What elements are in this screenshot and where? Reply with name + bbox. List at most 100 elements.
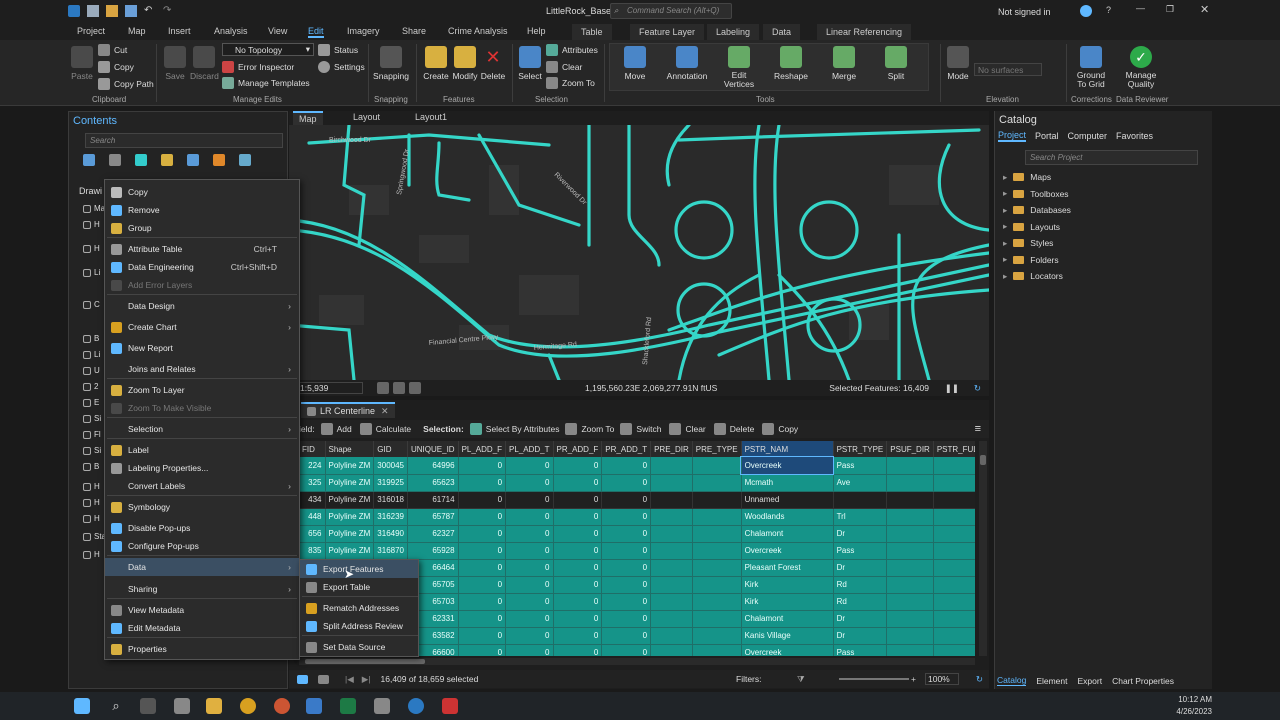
table-cell[interactable]: Rd xyxy=(833,576,888,594)
reshape-tool-button[interactable]: Reshape xyxy=(772,46,810,81)
tab-labeling[interactable]: Labeling xyxy=(707,24,760,40)
table-cell[interactable]: 0 xyxy=(458,491,507,509)
table-cell[interactable] xyxy=(692,525,742,543)
table-cell[interactable] xyxy=(650,610,693,628)
layer-item[interactable]: 2 xyxy=(83,382,98,391)
menu-item-group[interactable]: Group xyxy=(105,219,299,237)
status-button[interactable]: Status xyxy=(318,44,358,56)
snapping-button[interactable]: Snapping xyxy=(372,46,410,81)
table-cell[interactable] xyxy=(933,525,975,543)
table-cell[interactable] xyxy=(833,491,888,509)
close-icon[interactable]: ✕ xyxy=(1200,3,1209,16)
table-cell[interactable]: 0 xyxy=(458,525,507,543)
catalog-item-databases[interactable]: ▸ Databases xyxy=(995,202,1212,219)
table-cell[interactable]: Pass xyxy=(833,542,888,560)
tab-chart-properties[interactable]: Chart Properties xyxy=(1112,676,1174,686)
restore-icon[interactable]: ❐ xyxy=(1166,4,1174,15)
tab-help[interactable]: Help xyxy=(527,26,546,36)
menu-item-edit-metadata[interactable]: Edit Metadata xyxy=(105,619,299,637)
column-header[interactable]: UNIQUE_ID xyxy=(407,441,459,457)
start-icon[interactable] xyxy=(74,698,90,714)
layer-item[interactable]: E xyxy=(83,398,99,407)
table-cell[interactable]: 448 xyxy=(299,508,326,526)
table-cell[interactable]: Chalamont xyxy=(741,610,834,628)
layer-visibility-checkbox[interactable] xyxy=(83,482,91,491)
table-cell[interactable]: 0 xyxy=(458,559,507,577)
menu-item-zoom-to-layer[interactable]: Zoom To Layer xyxy=(105,381,299,399)
split-tool-button[interactable]: Split xyxy=(878,46,914,81)
menu-item-configure-pop-ups[interactable]: Configure Pop-ups xyxy=(105,537,299,555)
delete-selected-button[interactable]: Delete xyxy=(713,423,754,435)
minimize-icon[interactable]: — xyxy=(1136,3,1145,13)
table-cell[interactable] xyxy=(650,627,693,645)
select-by-attributes-button[interactable]: Select By Attributes xyxy=(469,423,559,435)
table-cell[interactable]: Dr xyxy=(833,610,888,628)
zoom-slider[interactable] xyxy=(839,678,909,680)
tab-catalog-bottom[interactable]: Catalog xyxy=(997,675,1027,686)
table-cell[interactable]: Overcreek xyxy=(741,644,834,656)
cloud-app-icon[interactable] xyxy=(174,698,190,714)
table-cell[interactable]: 0 xyxy=(505,457,554,475)
menu-item-data-engineering[interactable]: Data Engineering Ctrl+Shift+D xyxy=(105,258,299,276)
table-cell[interactable]: Kanis Village xyxy=(741,627,834,645)
table-cell[interactable] xyxy=(886,644,934,656)
tab-share[interactable]: Share xyxy=(402,26,426,36)
column-header[interactable]: PRE_TYPE xyxy=(692,441,742,457)
menu-item-convert-labels[interactable]: Convert Labels › xyxy=(105,477,299,495)
table-cell[interactable]: Overcreek xyxy=(741,542,834,560)
redo-icon[interactable]: ↷ xyxy=(163,5,175,17)
layer-item[interactable]: Li xyxy=(83,268,100,277)
sigma-app-icon[interactable] xyxy=(306,698,322,714)
tab-layout1[interactable]: Layout1 xyxy=(409,111,453,125)
labeling-list-icon[interactable] xyxy=(213,154,225,166)
tab-export[interactable]: Export xyxy=(1078,676,1103,686)
catalog-item-maps[interactable]: ▸ Maps xyxy=(995,169,1212,186)
table-cell[interactable]: 64996 xyxy=(407,457,459,475)
table-cell[interactable]: Ave xyxy=(833,474,888,492)
table-cell[interactable] xyxy=(933,610,975,628)
column-header[interactable]: PL_ADD_F xyxy=(458,441,507,457)
tab-analysis[interactable]: Analysis xyxy=(214,26,248,36)
layer-visibility-checkbox[interactable] xyxy=(83,532,91,541)
scale-select[interactable]: 1:5,939 xyxy=(297,382,363,394)
table-cell[interactable]: Kirk xyxy=(741,593,834,611)
annotation-tool-button[interactable]: Annotation xyxy=(664,46,710,81)
table-cell[interactable] xyxy=(650,457,693,475)
column-header[interactable]: GID xyxy=(373,441,408,457)
copy-button[interactable]: Copy xyxy=(98,61,134,73)
command-search-input[interactable]: ⌕ Command Search (Alt+Q) xyxy=(610,3,732,19)
table-row[interactable]: 448 Polyline ZM 316239 65787 0 0 0 0 Woodlands Tr… xyxy=(299,508,975,526)
table-cell[interactable]: 0 xyxy=(553,508,603,526)
table-cell[interactable] xyxy=(650,559,693,577)
table-cell[interactable] xyxy=(886,593,934,611)
expand-icon[interactable]: ▸ xyxy=(1003,254,1007,265)
move-tool-button[interactable]: Move xyxy=(616,46,654,81)
expand-icon[interactable]: ▸ xyxy=(1003,188,1007,199)
close-tab-icon[interactable]: ✕ xyxy=(381,406,389,417)
topology-select[interactable]: No Topology ▾ xyxy=(222,43,314,56)
table-cell[interactable] xyxy=(886,457,934,475)
table-cell[interactable]: 316870 xyxy=(373,542,408,560)
table-cell[interactable] xyxy=(886,576,934,594)
table-row[interactable]: 325 Polyline ZM 319925 65623 0 0 0 0 Mcmath Ave xyxy=(299,474,975,492)
table-cell[interactable]: 0 xyxy=(601,508,652,526)
help-icon[interactable]: ? xyxy=(1106,5,1111,15)
table-cell[interactable]: 0 xyxy=(505,559,554,577)
table-cell[interactable]: 0 xyxy=(505,610,554,628)
table-cell[interactable] xyxy=(692,627,742,645)
table-cell[interactable]: 0 xyxy=(601,576,652,594)
table-cell[interactable] xyxy=(692,559,742,577)
table-cell[interactable]: 0 xyxy=(553,491,603,509)
layer-item[interactable]: Fl xyxy=(83,430,101,439)
tab-catalog-computer[interactable]: Computer xyxy=(1068,131,1108,141)
column-header[interactable]: PSTR_FULNA xyxy=(933,441,975,457)
table-cell[interactable]: 0 xyxy=(553,576,603,594)
refresh-icon[interactable]: ↻ xyxy=(976,674,983,685)
table-cell[interactable]: 0 xyxy=(601,542,652,560)
table-cell[interactable]: 65623 xyxy=(407,474,459,492)
table-cell[interactable]: 224 xyxy=(299,457,326,475)
column-header[interactable]: PSTR_TYPE xyxy=(833,441,888,457)
layer-visibility-checkbox[interactable] xyxy=(83,430,91,439)
table-cell[interactable] xyxy=(650,644,693,656)
tab-view[interactable]: View xyxy=(268,26,287,36)
